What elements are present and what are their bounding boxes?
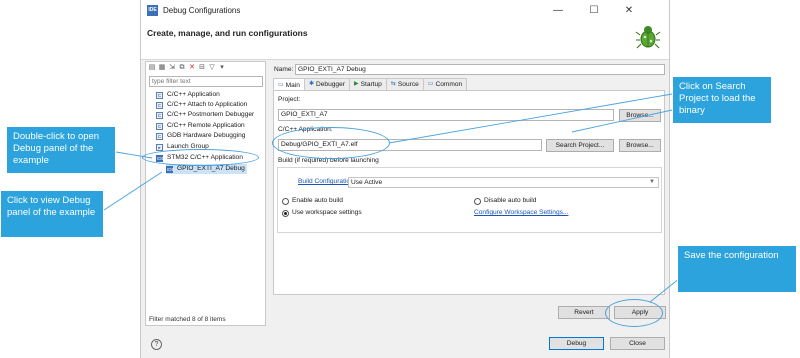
tree-item-cpp-application[interactable]: C C/C++ Application — [156, 90, 220, 100]
debugger-tab-icon: ✱ — [308, 81, 314, 87]
tab-label: Startup — [360, 81, 382, 88]
export-icon[interactable]: ⇲ — [168, 64, 176, 72]
tab-source[interactable]: ⇆ Source — [385, 78, 424, 90]
build-configuration-link[interactable]: Build Configuration: — [298, 178, 356, 185]
main-tab-panel: Project: GPIO_EXTI_A7 Browse... C/C++ Ap… — [273, 90, 665, 295]
launch-group-icon: ▸ — [156, 143, 163, 151]
callout-save-config: Save the configuration — [677, 245, 797, 293]
main-tab-icon: ▭ — [278, 81, 284, 88]
project-label: Project: — [278, 96, 301, 103]
callout-double-click: Double-click to open Debug panel of the … — [6, 126, 116, 174]
config-tabs: ▭ Main ✱ Debugger ▶ Startup ⇆ Source ▭ C… — [273, 78, 468, 91]
filter-input[interactable] — [149, 76, 263, 87]
dialog-button-bar: ? Debug Close — [141, 330, 669, 358]
tree-item-cpp-remote[interactable]: C C/C++ Remote Application — [156, 121, 245, 131]
configure-workspace-link[interactable]: Configure Workspace Settings... — [474, 209, 568, 216]
maximize-button[interactable]: ☐ — [581, 2, 607, 19]
project-browse-button[interactable]: Browse... — [619, 109, 661, 122]
bug-icon — [635, 26, 661, 49]
cpp-config-icon: C — [156, 101, 163, 109]
filter-icon[interactable]: ▽ — [208, 64, 216, 72]
header-title: Create, manage, and run configurations — [147, 28, 308, 38]
delete-icon[interactable]: ✕ — [188, 64, 196, 72]
filter-status: Filter matched 8 of 8 items — [149, 316, 226, 323]
cpp-config-icon: C — [156, 122, 163, 130]
duplicate-icon[interactable]: ⧉ — [178, 64, 186, 72]
title-bar: IDE Debug Configurations — ☐ ✕ — [141, 0, 669, 22]
header-area: Create, manage, and run configurations — [141, 22, 669, 60]
new-prototype-icon[interactable]: ▦ — [158, 64, 166, 72]
chevron-down-icon: ▼ — [649, 179, 655, 185]
tab-startup[interactable]: ▶ Startup — [348, 78, 387, 90]
callout-click-view: Click to view Debug panel of the example — [0, 190, 104, 238]
startup-tab-icon: ▶ — [353, 81, 359, 87]
enable-auto-build-label: Enable auto build — [292, 197, 343, 204]
common-tab-icon: ▭ — [427, 81, 434, 87]
window-title: Debug Configurations — [163, 6, 241, 15]
tree-item-label: C/C++ Postmortem Debugger — [167, 111, 255, 118]
name-input[interactable]: GPIO_EXTI_A7 Debug — [295, 64, 665, 75]
tree-item-label: GDB Hardware Debugging — [167, 132, 246, 139]
configuration-editor: Name: GPIO_EXTI_A7 Debug ▭ Main ✱ Debugg… — [272, 61, 666, 326]
app-icon: IDE — [147, 5, 158, 16]
debug-configurations-dialog: IDE Debug Configurations — ☐ ✕ Create, m… — [140, 0, 670, 358]
close-window-button[interactable]: ✕ — [616, 2, 642, 19]
use-workspace-settings-label: Use workspace settings — [292, 209, 362, 216]
application-browse-button[interactable]: Browse... — [619, 139, 661, 152]
disable-auto-build-label: Disable auto build — [484, 197, 537, 204]
tree-item-label: C/C++ Application — [167, 91, 220, 98]
highlight-stm32-item — [142, 149, 259, 166]
tree-item-cpp-attach[interactable]: C C/C++ Attach to Application — [156, 100, 247, 110]
collapse-all-icon[interactable]: ⊟ — [198, 64, 206, 72]
help-icon[interactable]: ? — [151, 339, 162, 350]
tab-label: Main — [285, 81, 300, 89]
search-project-button[interactable]: Search Project... — [546, 139, 614, 152]
highlight-application-field — [272, 127, 390, 159]
enable-auto-build-radio[interactable] — [282, 198, 289, 205]
tree-item-label: C/C++ Attach to Application — [167, 101, 248, 108]
name-label: Name: — [274, 66, 294, 73]
revert-button[interactable]: Revert — [558, 306, 610, 319]
close-button[interactable]: Close — [610, 337, 665, 350]
tab-label: Source — [397, 81, 419, 88]
dropdown-icon[interactable]: ▾ — [218, 64, 226, 72]
build-configuration-value: Use Active — [351, 179, 383, 186]
tab-common[interactable]: ▭ Common — [422, 78, 468, 90]
configuration-tree-pane: ▤ ▦ ⇲ ⧉ ✕ ⊟ ▽ ▾ C C/C++ Application C C/… — [145, 61, 266, 326]
tree-item-label: C/C++ Remote Application — [167, 122, 245, 129]
build-configuration-select[interactable]: Use Active ▼ — [348, 177, 659, 188]
build-group: Build Configuration: Use Active ▼ Enable… — [277, 167, 662, 233]
cpp-config-icon: C — [156, 132, 163, 140]
stm32-ide-icon: IDE — [166, 165, 175, 173]
disable-auto-build-radio[interactable] — [474, 198, 481, 205]
highlight-apply-button — [605, 299, 663, 327]
minimize-button[interactable]: — — [545, 2, 571, 19]
debug-button[interactable]: Debug — [549, 337, 604, 350]
tree-item-gdb-hardware[interactable]: C GDB Hardware Debugging — [156, 131, 245, 141]
tab-label: Common — [435, 81, 463, 88]
tab-label: Debugger — [316, 81, 345, 88]
tree-item-cpp-postmortem[interactable]: C C/C++ Postmortem Debugger — [156, 110, 254, 120]
use-workspace-settings-radio[interactable] — [282, 210, 289, 217]
cpp-config-icon: C — [156, 91, 163, 99]
tab-debugger[interactable]: ✱ Debugger — [303, 78, 350, 90]
tree-toolbar: ▤ ▦ ⇲ ⧉ ✕ ⊟ ▽ ▾ — [148, 64, 226, 74]
cpp-config-icon: C — [156, 111, 163, 119]
project-field[interactable]: GPIO_EXTI_A7 — [278, 109, 614, 121]
callout-search-project: Click on Search Project to load the bina… — [672, 76, 772, 124]
new-config-icon[interactable]: ▤ — [148, 64, 156, 72]
source-tab-icon: ⇆ — [390, 81, 396, 87]
